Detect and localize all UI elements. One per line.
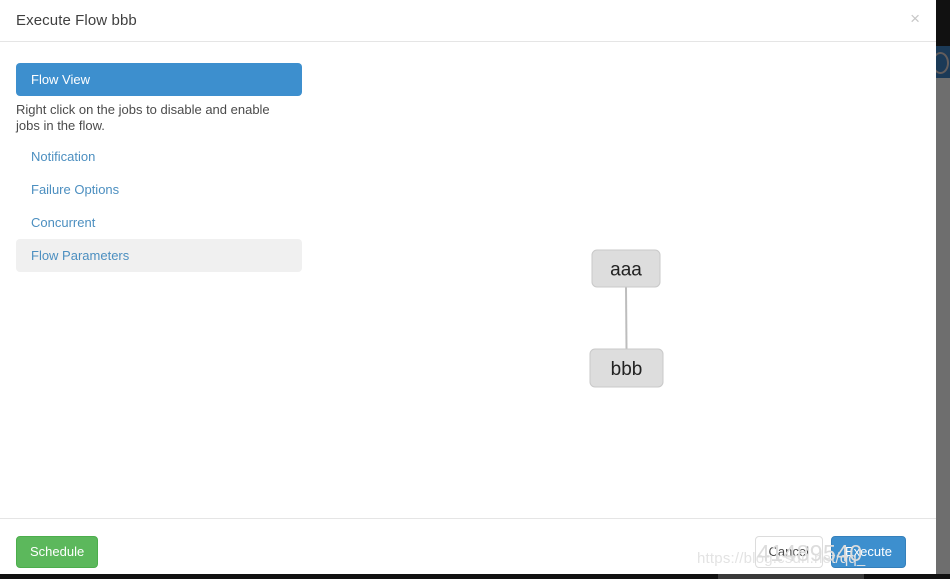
cancel-button[interactable]: Cancel xyxy=(754,536,823,568)
schedule-button[interactable]: Schedule xyxy=(16,536,99,568)
sidebar-item-label: Concurrent xyxy=(31,215,96,230)
flow-edge xyxy=(625,286,628,350)
sidebar-item-label: Flow View xyxy=(31,72,91,87)
execute-button[interactable]: Execute xyxy=(831,536,906,568)
sidebar-item-failure-options[interactable]: Failure Options xyxy=(16,173,302,206)
browser-right-rail-top xyxy=(936,0,950,46)
page-title: Execute Flow bbb xyxy=(16,12,137,29)
flow-graph-canvas[interactable]: aaa bbb xyxy=(310,42,936,518)
flow-node[interactable]: bbb xyxy=(589,348,664,388)
sidebar-item-label: Notification xyxy=(31,149,96,164)
flow-graph-svg: aaa bbb xyxy=(589,249,664,388)
flow-node-label: aaa xyxy=(610,260,642,281)
settings-nav: Flow View Right click on the jobs to dis… xyxy=(16,63,302,272)
flow-node[interactable]: aaa xyxy=(591,249,661,288)
browser-right-rail xyxy=(936,0,950,579)
flow-view-hint: Right click on the jobs to disable and e… xyxy=(16,102,270,133)
flow-node-label: bbb xyxy=(611,359,643,380)
sidebar-item-flow-parameters[interactable]: Flow Parameters xyxy=(16,239,302,272)
close-icon[interactable]: × xyxy=(906,8,924,29)
sidebar-item-concurrent[interactable]: Concurrent xyxy=(16,206,302,239)
execute-flow-dialog: Execute Flow bbb × Flow View Right click… xyxy=(0,0,936,574)
sidebar-item-label: Flow Parameters xyxy=(31,248,130,263)
dialog-body: Flow View Right click on the jobs to dis… xyxy=(0,42,936,518)
dialog-footer: Schedule Cancel Execute xyxy=(0,518,936,573)
dialog-header: Execute Flow bbb × xyxy=(0,0,936,42)
sidebar-item-flow-view[interactable]: Flow View xyxy=(16,63,302,96)
sidebar-item-label: Failure Options xyxy=(31,182,120,197)
browser-bottom-strip-segment xyxy=(718,574,864,579)
sidebar-item-notification[interactable]: Notification xyxy=(16,140,302,173)
